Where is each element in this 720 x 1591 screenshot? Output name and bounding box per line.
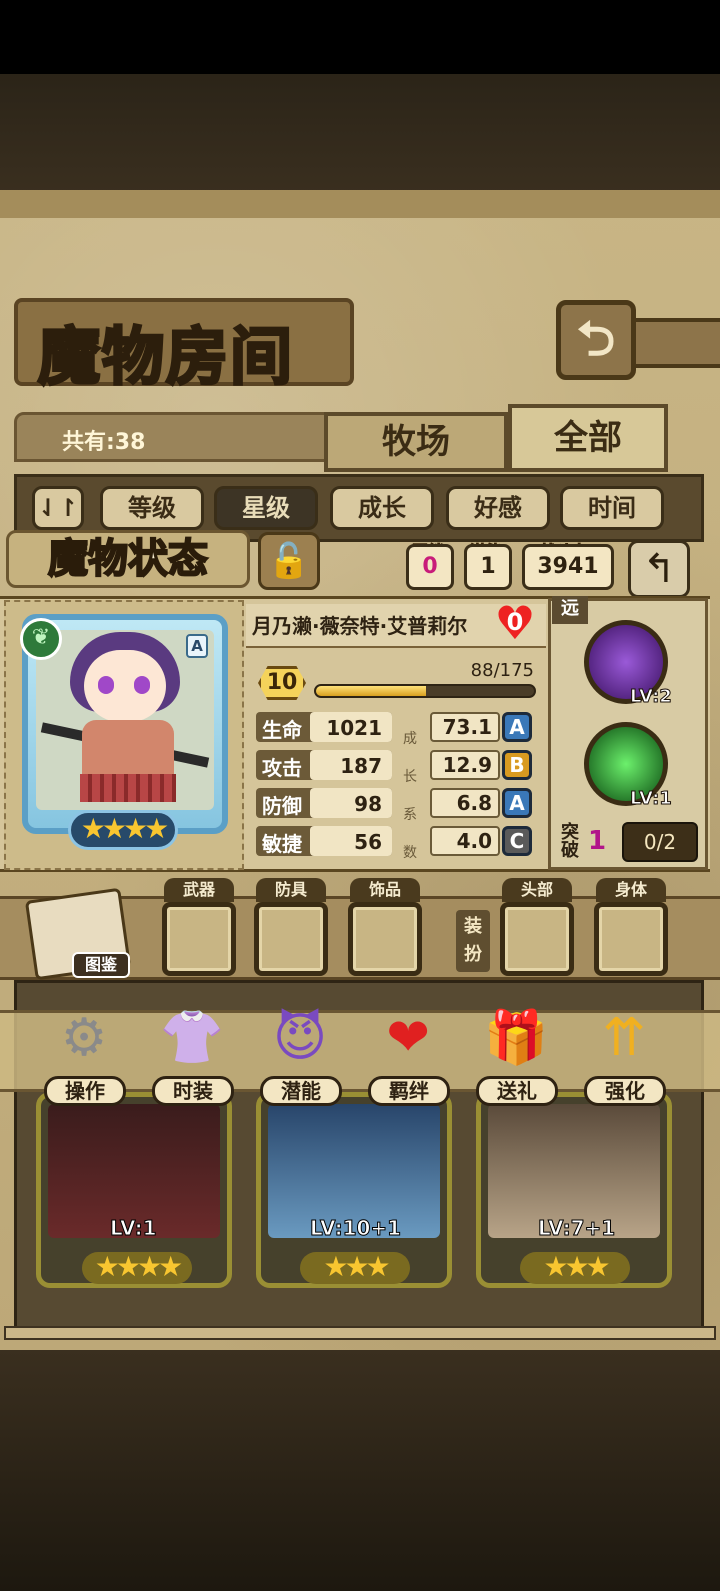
demon-icon[interactable]: 😈 bbox=[256, 1000, 344, 1076]
return-arrow-icon: ↰ bbox=[642, 546, 676, 592]
slot-weapon[interactable] bbox=[162, 902, 236, 976]
slot-label-head: 头部 bbox=[502, 878, 572, 902]
range-tag: 远 bbox=[552, 596, 588, 624]
growth-hp: 73.1 bbox=[430, 712, 500, 742]
sort-affection[interactable]: 好感 bbox=[446, 486, 550, 530]
attr-name-def: 防御 bbox=[262, 794, 302, 818]
sort-toggle-button[interactable]: ⇃↾ bbox=[32, 486, 84, 530]
exp-bar-fill bbox=[316, 686, 426, 696]
bond-value: 0 bbox=[406, 544, 454, 590]
monster-count: 共有:38 bbox=[62, 430, 146, 455]
element-leaf-icon: ❦ bbox=[20, 618, 62, 660]
rank-badge: A bbox=[186, 634, 208, 658]
growth-atk: 12.9 bbox=[430, 750, 500, 780]
page-title: 魔物房间 bbox=[36, 319, 295, 395]
exp-text: 88/175 bbox=[470, 660, 534, 681]
roster-level-1: LV:1 bbox=[109, 1216, 157, 1241]
codex-label[interactable]: 图鉴 bbox=[72, 952, 130, 978]
grade-atk: B bbox=[502, 750, 532, 780]
dress-label: 装扮 bbox=[456, 910, 490, 972]
monster-status-title: 魔物状态 bbox=[6, 530, 250, 588]
growth-def: 6.8 bbox=[430, 788, 500, 818]
attr-value-agi: 56 bbox=[354, 830, 382, 854]
slot-accessory[interactable] bbox=[348, 902, 422, 976]
growth-agi: 4.0 bbox=[430, 826, 500, 856]
upgrade-arrows-icon[interactable]: ⇈ bbox=[580, 1000, 668, 1076]
attr-value-hp: 1021 bbox=[326, 716, 382, 740]
character-skirt bbox=[80, 774, 176, 802]
skill-1-level: LV:2 bbox=[630, 686, 673, 708]
character-body bbox=[82, 720, 174, 780]
roster-stars-2: ★★★ bbox=[300, 1252, 410, 1284]
sort-level[interactable]: 等级 bbox=[100, 486, 204, 530]
sort-time[interactable]: 时间 bbox=[560, 486, 664, 530]
slot-label-weapon: 武器 bbox=[164, 878, 234, 902]
roster-level-2: LV:10+1 bbox=[309, 1216, 402, 1241]
sort-toggle-icon: ⇃↾ bbox=[37, 494, 79, 522]
grade-agi: C bbox=[502, 826, 532, 856]
lock-button[interactable]: 🔓 bbox=[258, 532, 320, 590]
grade-def: A bbox=[502, 788, 532, 818]
return-button[interactable]: ↰ bbox=[628, 540, 690, 598]
star-rating: ★★★★ bbox=[68, 810, 178, 850]
sort-star[interactable]: 星级 bbox=[214, 486, 318, 530]
paper-edge bbox=[0, 190, 720, 218]
slot-head[interactable] bbox=[500, 902, 574, 976]
action-potential[interactable]: 潜能 bbox=[260, 1076, 342, 1106]
attr-name-atk: 攻击 bbox=[262, 756, 302, 780]
grade-hp: A bbox=[502, 712, 532, 742]
slot-label-accessory: 饰品 bbox=[350, 878, 420, 902]
action-outfit[interactable]: 时装 bbox=[152, 1076, 234, 1106]
skill-2-level: LV:1 bbox=[630, 788, 673, 810]
slot-label-body: 身体 bbox=[596, 878, 666, 902]
gift-icon[interactable]: 🎁 bbox=[472, 1000, 560, 1076]
attr-name-hp: 生命 bbox=[262, 718, 302, 742]
tab-all[interactable]: 全部 bbox=[508, 404, 668, 472]
level-badge: 10 bbox=[258, 666, 306, 700]
hearts-icon[interactable]: ❤ bbox=[364, 1000, 452, 1076]
monster-room-screen: 魔物房间 ⮌ 共有:38 牧场 全部 ⇃↾ 等级 星级 成长 好感 时间 LV:… bbox=[0, 0, 720, 1591]
action-bond[interactable]: 羁绊 bbox=[368, 1076, 450, 1106]
action-operate[interactable]: 操作 bbox=[44, 1076, 126, 1106]
growth-char-3: 系 bbox=[403, 807, 417, 823]
character-face bbox=[84, 650, 166, 722]
back-rail bbox=[636, 318, 720, 368]
character-eye-right bbox=[134, 676, 150, 694]
bottom-background bbox=[0, 1350, 720, 1591]
slot-label-armor: 防具 bbox=[256, 878, 326, 902]
exp-bar bbox=[314, 684, 536, 698]
gear-icon[interactable]: ⚙ bbox=[40, 1000, 128, 1076]
slot-body[interactable] bbox=[594, 902, 668, 976]
bottom-rail bbox=[4, 1326, 716, 1340]
slot-armor[interactable] bbox=[254, 902, 328, 976]
back-button[interactable]: ⮌ bbox=[556, 300, 636, 380]
affection-value: 0 bbox=[506, 608, 524, 636]
outfit-icon[interactable]: 👚 bbox=[148, 1000, 236, 1076]
breakthrough-value: 1 bbox=[588, 826, 607, 856]
breakthrough-label: 突破 bbox=[561, 822, 579, 861]
padlock-icon: 🔓 bbox=[267, 541, 311, 581]
back-arrow-icon: ⮌ bbox=[576, 311, 616, 367]
action-upgrade[interactable]: 强化 bbox=[584, 1076, 666, 1106]
growth-char-4: 数 bbox=[403, 845, 417, 861]
breakthrough-progress: 0/2 bbox=[622, 822, 698, 862]
roster-stars-1: ★★★★ bbox=[82, 1252, 192, 1284]
attr-name-agi: 敏捷 bbox=[262, 832, 302, 856]
roster-level-3: LV:7+1 bbox=[537, 1216, 616, 1241]
top-background bbox=[0, 74, 720, 194]
roster-stars-3: ★★★ bbox=[520, 1252, 630, 1284]
potential-value: 1 bbox=[464, 544, 512, 590]
power-value: 3941 bbox=[522, 544, 614, 590]
attr-value-def: 98 bbox=[354, 792, 382, 816]
tab-ranch[interactable]: 牧场 bbox=[324, 412, 508, 472]
growth-char-2: 长 bbox=[403, 769, 417, 785]
attr-value-atk: 187 bbox=[340, 754, 382, 778]
character-eye-left bbox=[98, 676, 114, 694]
growth-char-1: 成 bbox=[403, 731, 417, 747]
sort-growth[interactable]: 成长 bbox=[330, 486, 434, 530]
action-gift[interactable]: 送礼 bbox=[476, 1076, 558, 1106]
